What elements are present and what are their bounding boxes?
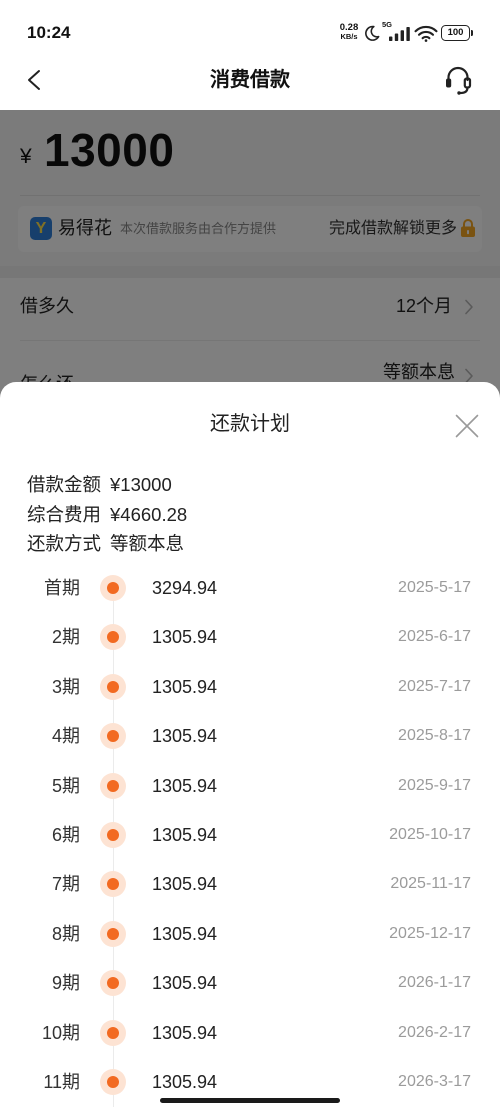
installment-date: 2025-6-17: [398, 628, 471, 646]
timeline-dot-core: [107, 779, 119, 792]
timeline-dot: [100, 871, 126, 898]
installment-period: 8期: [51, 923, 80, 944]
summary-value: 等额本息: [110, 533, 185, 555]
timeline-dot: [100, 624, 126, 651]
summary-total-fee: 综合费用 ¥4660.28: [27, 500, 187, 530]
installment-date: 2025-5-17: [398, 578, 471, 596]
installment-date: 2026-3-17: [398, 1072, 471, 1090]
summary-value: ¥13000: [110, 474, 172, 496]
timeline-dot: [100, 821, 126, 848]
close-icon: [455, 414, 478, 437]
network-speed-value: 0.28: [339, 22, 359, 33]
summary-label: 综合费用: [27, 503, 102, 525]
timeline-dot: [100, 970, 126, 997]
installment-amount: 1305.94: [152, 726, 218, 747]
battery-level: 100: [447, 27, 464, 38]
installment-period: 7期: [51, 874, 80, 895]
battery-icon: 100: [441, 25, 470, 41]
installment-period: 6期: [51, 824, 80, 845]
installment-date: 2026-1-17: [398, 974, 471, 992]
installment-amount: 1305.94: [152, 824, 218, 845]
summary-value: ¥4660.28: [110, 503, 188, 525]
battery-nub: [470, 30, 473, 36]
installment-period: 2期: [51, 627, 80, 648]
headset-icon: [446, 66, 472, 95]
installment-row: 5期 1305.94 2025-9-17: [0, 761, 500, 810]
timeline-dot-core: [107, 828, 119, 841]
timeline-dot: [100, 920, 126, 947]
installment-period: 9期: [51, 973, 80, 994]
installment-date: 2025-7-17: [398, 677, 471, 695]
timeline-dot: [100, 723, 126, 750]
moon-icon: [364, 25, 380, 41]
installment-amount: 1305.94: [152, 676, 218, 697]
installment-amount: 1305.94: [152, 923, 218, 944]
timeline-dot: [100, 1068, 126, 1095]
timeline-dot-core: [107, 1026, 119, 1039]
summary-repayment-method: 还款方式 等额本息: [27, 529, 187, 559]
installment-date: 2026-2-17: [398, 1023, 471, 1041]
installment-amount: 1305.94: [152, 874, 218, 895]
installment-period: 4期: [51, 726, 80, 747]
installment-date: 2025-10-17: [389, 825, 471, 843]
installment-row: 9期 1305.94 2026-1-17: [0, 958, 500, 1007]
installment-row: 10期 1305.94 2026-2-17: [0, 1008, 500, 1057]
installment-row: 6期 1305.94 2025-10-17: [0, 810, 500, 859]
timeline-dot-core: [107, 927, 119, 940]
timeline-dot-core: [107, 1075, 119, 1088]
customer-service-button[interactable]: [443, 64, 473, 96]
installment-date: 2025-11-17: [390, 875, 471, 893]
installment-date: 2025-9-17: [398, 776, 471, 794]
installment-period: 3期: [51, 676, 80, 697]
timeline-dot-core: [107, 581, 119, 594]
installment-period: 11期: [43, 1071, 80, 1092]
timeline-dot-core: [107, 878, 119, 891]
status-time: 10:24: [27, 23, 71, 42]
timeline-dot-core: [107, 977, 119, 990]
summary-label: 还款方式: [27, 533, 102, 555]
timeline-dot-core: [107, 730, 119, 743]
timeline-dot: [100, 772, 126, 799]
app-header: 消费借款: [0, 60, 500, 110]
signal-icon: [389, 27, 410, 41]
installment-amount: 1305.94: [152, 775, 218, 796]
summary-label: 借款金额: [27, 474, 102, 496]
wifi-icon: [414, 25, 438, 42]
timeline-dot-core: [107, 680, 119, 693]
timeline-dot-core: [107, 631, 119, 644]
installment-row: 首期 3294.94 2025-5-17: [0, 563, 500, 612]
close-button[interactable]: [455, 414, 479, 438]
installment-amount: 1305.94: [152, 973, 218, 994]
installment-row: 3期 1305.94 2025-7-17: [0, 662, 500, 711]
installment-date: 2025-8-17: [398, 727, 471, 745]
status-bar: 10:24 0.28 KB/s 5G 100: [0, 0, 500, 60]
installment-list: 首期 3294.94 2025-5-17 2期 1305.94 2025-6-1…: [0, 563, 500, 1107]
installment-period: 10期: [41, 1022, 80, 1043]
installment-amount: 1305.94: [152, 627, 218, 648]
installment-row: 4期 1305.94 2025-8-17: [0, 711, 500, 760]
home-indicator[interactable]: [160, 1098, 340, 1103]
summary-loan-amount: 借款金额 ¥13000: [27, 470, 187, 500]
installment-amount: 3294.94: [152, 577, 218, 598]
sheet-title: 还款计划: [210, 413, 290, 435]
installment-period: 首期: [44, 577, 80, 598]
page-title: 消费借款: [210, 69, 290, 91]
installment-period: 5期: [51, 775, 80, 796]
plan-summary: 借款金额 ¥13000 综合费用 ¥4660.28 还款方式 等额本息: [27, 470, 187, 559]
installment-row: 8期 1305.94 2025-12-17: [0, 909, 500, 958]
network-speed-unit: KB/s: [340, 32, 358, 41]
timeline-dot: [100, 1019, 126, 1046]
timeline-dot: [100, 574, 126, 601]
repayment-plan-sheet: 还款计划 借款金额 ¥13000 综合费用 ¥4660.28 还款方式 等额本息 首期…: [0, 382, 500, 1111]
timeline-dot: [100, 673, 126, 700]
network-speed: 0.28 KB/s: [336, 23, 362, 41]
installment-date: 2025-12-17: [389, 924, 471, 942]
installment-row: 2期 1305.94 2025-6-17: [0, 613, 500, 662]
installment-amount: 1305.94: [152, 1071, 218, 1092]
installment-row: 7期 1305.94 2025-11-17: [0, 860, 500, 909]
installment-amount: 1305.94: [152, 1022, 218, 1043]
